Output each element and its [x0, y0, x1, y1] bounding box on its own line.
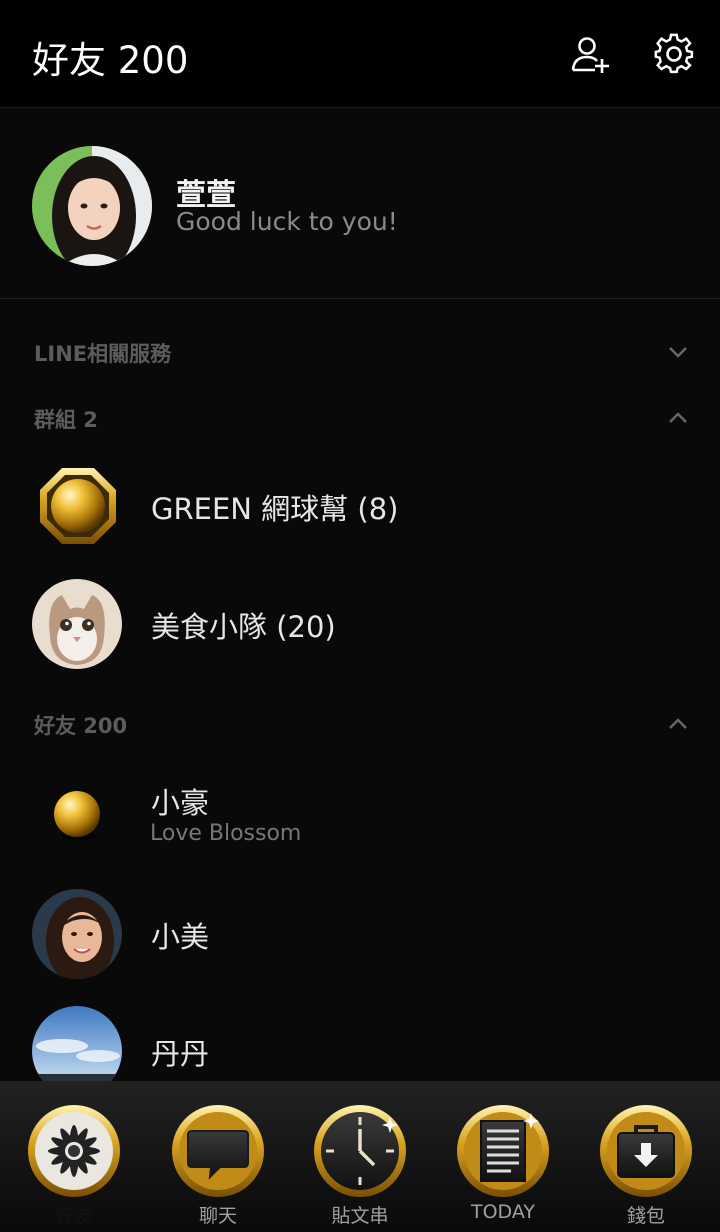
- cat-avatar: [32, 579, 122, 669]
- group-row[interactable]: 美食小隊 (20): [0, 568, 720, 678]
- friend-name: 丹丹: [151, 1037, 210, 1071]
- chevron-up-icon: [669, 412, 687, 423]
- octagon-gold-avatar: [40, 468, 116, 544]
- chevron-down-icon: [669, 347, 687, 358]
- gold-ball-avatar: [54, 791, 100, 840]
- tab-today[interactable]: TODAY: [431, 1081, 575, 1232]
- chevron-up-icon: [669, 718, 687, 729]
- section-line-services[interactable]: LINE相關服務: [0, 324, 720, 380]
- section-label: LINE相關服務: [34, 342, 172, 366]
- my-status-message: Good luck to you!: [176, 207, 398, 236]
- tab-label: 聊天: [198, 1205, 237, 1227]
- tab-timeline[interactable]: 貼文串: [288, 1081, 432, 1232]
- friend-name: 小豪: [151, 786, 210, 820]
- section-label: 好友 200: [34, 714, 128, 738]
- person-add-icon[interactable]: [568, 32, 612, 76]
- clock-icon: [314, 1105, 406, 1197]
- gear-icon[interactable]: [652, 32, 696, 76]
- tab-label: TODAY: [471, 1201, 535, 1223]
- friend-row[interactable]: 小美: [0, 878, 720, 988]
- friend-status: Love Blossom: [150, 821, 302, 846]
- news-icon: [457, 1105, 549, 1197]
- bottom-tab-bar: 好友 聊天 貼文串 TODAY 錢包: [0, 1081, 720, 1232]
- tab-label: 錢包: [626, 1205, 665, 1227]
- tab-wallet[interactable]: 錢包: [574, 1081, 718, 1232]
- section-label: 群組 2: [34, 408, 98, 432]
- my-avatar[interactable]: [32, 146, 152, 266]
- page-title: 好友 200: [32, 39, 189, 82]
- friend-name: 小美: [151, 920, 210, 954]
- chat-bubble-icon: [172, 1105, 264, 1197]
- tab-label: 貼文串: [331, 1205, 389, 1227]
- my-profile-row[interactable]: 萱萱 Good luck to you!: [0, 108, 720, 299]
- tab-label: 好友: [54, 1205, 93, 1227]
- group-name: 美食小隊 (20): [151, 610, 336, 644]
- app-header: 好友 200: [0, 0, 720, 108]
- friend-avatar: [32, 889, 122, 979]
- wallet-icon: [600, 1105, 692, 1197]
- tab-friends[interactable]: 好友: [2, 1081, 146, 1232]
- tab-chats[interactable]: 聊天: [146, 1081, 290, 1232]
- section-groups[interactable]: 群組 2: [0, 390, 720, 446]
- section-friends[interactable]: 好友 200: [0, 696, 720, 752]
- group-name: GREEN 網球幫 (8): [151, 492, 399, 526]
- group-row[interactable]: GREEN 網球幫 (8): [0, 450, 720, 560]
- friend-row[interactable]: 小豪 Love Blossom: [0, 760, 720, 870]
- flower-icon: [28, 1105, 120, 1197]
